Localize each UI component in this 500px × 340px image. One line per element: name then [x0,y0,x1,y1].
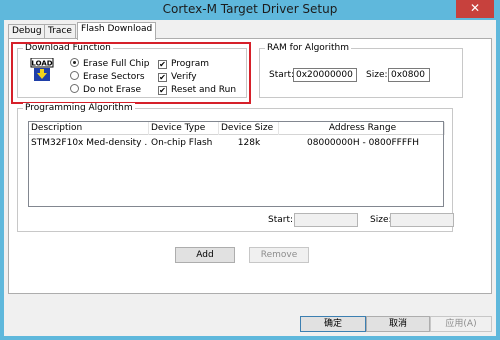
tab-debug-label: Debug [12,26,42,36]
ram-group: RAM for Algorithm Start: 0x20000000 Size… [259,43,463,98]
algo-size-input[interactable] [390,213,454,227]
title-bar: Cortex-M Target Driver Setup ✕ [0,0,500,20]
algorithm-table[interactable]: Description Device Type Device Size Addr… [28,121,445,207]
column-description[interactable]: Description [29,122,149,135]
tab-flash-download-label: Flash Download [81,24,153,34]
tab-flash-download[interactable]: Flash Download [77,22,157,40]
tab-trace[interactable]: Trace [44,24,76,39]
close-icon: ✕ [469,1,481,15]
apply-button[interactable]: 应用(A) [430,316,492,332]
algo-start-label: Start: [268,215,294,225]
flash-download-panel: Download Function LOAD Erase Full Chip E… [8,38,492,294]
cell-device-size[interactable]: 128k [219,137,279,149]
tab-debug[interactable]: Debug [8,24,46,39]
algo-size-label: Size: [370,215,392,225]
algorithm-table-header: Description Device Type Device Size Addr… [29,122,445,135]
tab-trace-label: Trace [48,26,72,36]
ram-start-label: Start: [269,70,295,80]
ram-size-input[interactable]: 0x0800 [388,68,430,82]
cell-description[interactable]: STM32F10x Med-density ... [31,137,147,149]
cancel-button[interactable]: 取消 [366,316,430,332]
column-device-type[interactable]: Device Type [149,122,219,135]
ok-button[interactable]: 确定 [300,316,366,332]
ram-label: RAM for Algorithm [265,43,351,54]
remove-button[interactable]: Remove [249,247,309,263]
dialog-client: Debug Trace Flash Download Download Func… [4,20,496,336]
programming-algorithm-label: Programming Algorithm [23,103,135,114]
programming-algorithm-group: Programming Algorithm Description Device… [17,103,454,232]
add-button[interactable]: Add [175,247,235,263]
algo-start-input[interactable] [294,213,358,227]
close-button[interactable]: ✕ [456,0,494,18]
column-device-size[interactable]: Device Size [219,122,279,135]
ram-start-input[interactable]: 0x20000000 [293,68,357,82]
column-address-range[interactable]: Address Range [279,122,445,135]
ram-size-label: Size: [366,70,388,80]
cell-device-type[interactable]: On-chip Flash [151,137,219,149]
highlight-box [11,42,251,104]
cell-address-range[interactable]: 08000000H - 0800FFFFH [281,137,445,149]
window-title: Cortex-M Target Driver Setup [162,2,338,16]
